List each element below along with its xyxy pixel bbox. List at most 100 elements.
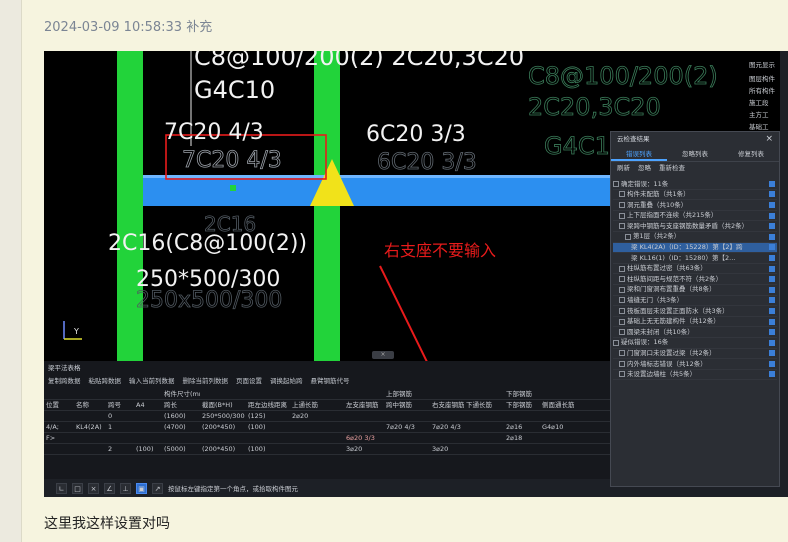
table-cell[interactable]	[384, 411, 430, 421]
tool-input-column[interactable]: 输入当前列数据	[129, 375, 175, 387]
table-cell[interactable]	[540, 411, 584, 421]
tree-item[interactable]: 洞元重叠（共10条）	[613, 200, 777, 211]
tool-delete-column[interactable]: 删除当前列数据	[183, 375, 229, 387]
tree-item[interactable]: 梁 KL16(1)（ID：15280）第【2...	[613, 253, 777, 264]
table-cell[interactable]	[44, 411, 74, 421]
tree-item[interactable]: 筏板面层未设置正面防水（共3条）	[613, 306, 777, 317]
table-row[interactable]: F> 6⌀20 3/3 2⌀18	[44, 433, 610, 444]
close-icon[interactable]: ×	[765, 132, 773, 146]
table-cell[interactable]	[74, 433, 106, 443]
tool-copy-span[interactable]: 复制跨数据	[48, 375, 81, 387]
tree-item[interactable]: 构件未配筋（共1条）	[613, 190, 777, 201]
table-cell[interactable]: (200*450)	[200, 422, 246, 432]
table-cell[interactable]: 250*500/300	[200, 411, 246, 421]
snap-off-icon[interactable]: ×	[88, 482, 99, 494]
tool-paste-span[interactable]: 粘贴跨数据	[89, 375, 122, 387]
table-cell[interactable]: (100)	[246, 422, 290, 432]
panel-collapse-handle[interactable]: ×	[372, 351, 394, 359]
tree-item[interactable]: 上下层指面不连续（共215条）	[613, 211, 777, 222]
table-cell[interactable]	[464, 411, 504, 421]
table-cell[interactable]: 7⌀20 4/3	[430, 422, 464, 432]
table-cell[interactable]	[464, 422, 504, 432]
table-cell[interactable]: 2⌀16	[504, 422, 540, 432]
tree-item[interactable]: 门窗洞口未设置过梁（共2条）	[613, 349, 777, 360]
table-cell[interactable]	[584, 422, 610, 432]
table-cell[interactable]	[200, 433, 246, 443]
table-cell[interactable]: 2⌀18	[504, 433, 540, 443]
table-cell[interactable]	[134, 422, 162, 432]
table-cell[interactable]	[464, 444, 504, 454]
table-cell[interactable]: F>	[44, 433, 74, 443]
table-cell[interactable]: G4⌀10	[540, 422, 584, 432]
right-label-all[interactable]: 所有构件	[749, 85, 775, 95]
select-mode-icon[interactable]: ▣	[136, 482, 147, 494]
table-cell[interactable]	[384, 433, 430, 443]
tree-item[interactable]: 疑似错误：16条	[613, 338, 777, 349]
table-cell[interactable]: (4700)	[162, 422, 200, 432]
tree-item[interactable]: 确定错误：11条	[613, 179, 777, 190]
table-row[interactable]: 0 (1600) 250*500/300 (125) 2⌀20	[44, 411, 610, 422]
angle-icon[interactable]: ∠	[104, 482, 115, 494]
table-cell[interactable]: (100)	[246, 444, 290, 454]
table-cell[interactable]: 1	[106, 422, 134, 432]
table-cell[interactable]: (100)	[134, 444, 162, 454]
table-cell[interactable]	[430, 411, 464, 421]
tab-error-list[interactable]: 错误列表	[611, 146, 667, 161]
table-cell[interactable]: 0	[106, 411, 134, 421]
table-cell[interactable]	[74, 411, 106, 421]
recheck-button[interactable]: 重新检查	[659, 162, 685, 175]
tree-item-selected[interactable]: 梁 KL4(2A)（ID：15228）第【2】跨	[613, 242, 777, 254]
tree-item[interactable]: 柱纵筋布置过密（共63条）	[613, 264, 777, 275]
table-cell[interactable]: 3⌀20	[344, 444, 384, 454]
table-cell[interactable]	[246, 433, 290, 443]
table-cell[interactable]	[584, 444, 610, 454]
pick-icon[interactable]: ↗	[152, 482, 163, 494]
table-cell[interactable]	[74, 444, 106, 454]
ignore-button[interactable]: 忽略	[638, 162, 651, 175]
table-cell[interactable]	[290, 444, 344, 454]
table-cell[interactable]	[464, 433, 504, 443]
table-cell[interactable]: (1600)	[162, 411, 200, 421]
tree-item[interactable]: 未设置边墙柱（共5条）	[613, 370, 777, 381]
table-cell[interactable]	[44, 444, 74, 454]
tree-item[interactable]: 基础上无无筋建构件（共12条）	[613, 317, 777, 328]
tool-page-setup[interactable]: 页面设置	[236, 375, 262, 387]
table-cell[interactable]: 2⌀20	[290, 411, 344, 421]
table-row[interactable]: 2 (100) (5000) (200*450) (100) 3⌀20 3⌀20	[44, 444, 610, 455]
right-label-display[interactable]: 图元显示	[749, 59, 775, 69]
table-cell[interactable]: 2	[106, 444, 134, 454]
table-cell[interactable]	[134, 411, 162, 421]
table-cell[interactable]: (125)	[246, 411, 290, 421]
tree-item[interactable]: 内外墙标志错误（共12条）	[613, 359, 777, 370]
table-cell[interactable]	[504, 444, 540, 454]
tree-item[interactable]: 梁和门窗洞布置重叠（共8条）	[613, 285, 777, 296]
table-cell[interactable]	[504, 411, 540, 421]
tree-item[interactable]: 圆梁未封闭（共10条）	[613, 327, 777, 338]
right-label-foundation[interactable]: 基础工	[749, 121, 769, 131]
table-cell[interactable]	[290, 422, 344, 432]
table-cell[interactable]: 3⌀20	[430, 444, 464, 454]
table-cell[interactable]: KL4(2A)	[74, 422, 106, 432]
tree-item[interactable]: 第1层（共2条）	[613, 232, 777, 243]
table-cell[interactable]: 6⌀20 3/3	[344, 433, 384, 443]
dimension-icon[interactable]: ⊥	[120, 482, 131, 494]
tool-cantilever-code[interactable]: 悬臂钢筋代号	[311, 375, 350, 387]
table-cell[interactable]	[344, 411, 384, 421]
table-cell[interactable]	[106, 433, 134, 443]
tool-swap-start[interactable]: 调换起始跨	[270, 375, 303, 387]
tab-fix-list[interactable]: 修复列表	[723, 146, 779, 161]
table-cell[interactable]	[584, 411, 610, 421]
grid-toggle-icon[interactable]: □	[72, 482, 83, 494]
table-cell[interactable]	[162, 433, 200, 443]
table-cell[interactable]	[384, 444, 430, 454]
ortho-toggle-icon[interactable]: ∟	[56, 482, 67, 494]
tab-ignore-list[interactable]: 忽略列表	[667, 146, 723, 161]
table-cell[interactable]: 7⌀20 4/3	[384, 422, 430, 432]
table-cell[interactable]	[290, 433, 344, 443]
table-cell[interactable]	[584, 433, 610, 443]
table-cell[interactable]: (5000)	[162, 444, 200, 454]
table-cell[interactable]: 4/A;	[44, 422, 74, 432]
table-cell[interactable]	[430, 433, 464, 443]
table-row[interactable]: 4/A; KL4(2A) 1 (4700) (200*450) (100) 7⌀…	[44, 422, 610, 433]
table-cell[interactable]	[344, 422, 384, 432]
